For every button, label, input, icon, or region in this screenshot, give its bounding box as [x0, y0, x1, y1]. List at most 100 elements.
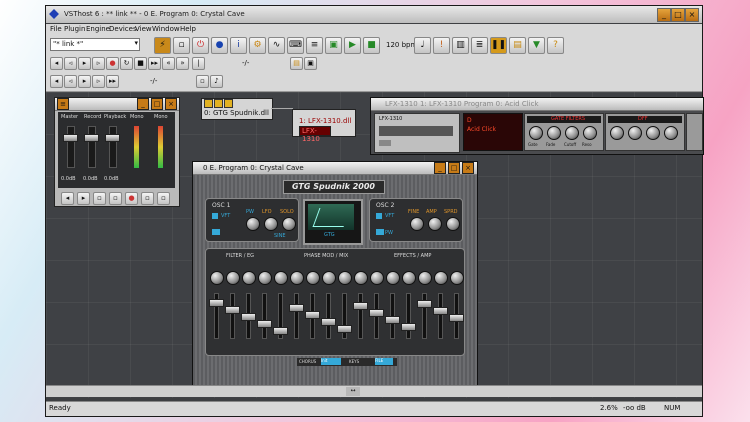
playback-fader-track[interactable]	[109, 126, 117, 168]
menu-view[interactable]: View	[135, 25, 152, 33]
stop-small-icon[interactable]: ■	[134, 57, 147, 70]
metronome-icon[interactable]: ♩	[414, 37, 431, 54]
playback-fader-handle[interactable]	[105, 134, 120, 142]
gtg-node-port-1[interactable]	[204, 99, 213, 108]
record-fader-handle[interactable]	[84, 134, 99, 142]
osc1-led[interactable]	[212, 213, 218, 219]
doc-icon[interactable]: ▫	[173, 37, 190, 54]
bolt-icon[interactable]: ⚡	[154, 37, 171, 54]
bpm-display[interactable]: 120 bpm	[386, 41, 417, 49]
master-fader-handle[interactable]	[63, 134, 78, 142]
piano-icon[interactable]: ▥	[452, 37, 469, 54]
mixer-btn-6[interactable]: ▫	[141, 192, 154, 205]
marker-icon[interactable]: |	[192, 57, 205, 70]
gtg-fader-track-8[interactable]	[326, 293, 331, 339]
lfx-dff-knob-1[interactable]	[610, 126, 624, 140]
mixer-max-icon[interactable]: □	[151, 98, 163, 110]
mixer-title-bar[interactable]: ≡ _ □ ×	[55, 98, 179, 111]
info-icon[interactable]: i	[230, 37, 247, 54]
next-icon[interactable]: »	[176, 57, 189, 70]
osc1-led-2[interactable]	[212, 229, 220, 235]
gtg-knob-6[interactable]	[290, 271, 304, 285]
gtg-knob-4[interactable]	[258, 271, 272, 285]
save-icon[interactable]: ▼	[528, 37, 545, 54]
play-small-icon[interactable]: ▸	[78, 57, 91, 70]
osc2-led[interactable]	[376, 213, 382, 219]
prev-icon[interactable]: «	[162, 57, 175, 70]
osc1-lfo-knob[interactable]	[264, 217, 278, 231]
fwd-icon-2[interactable]: ▹	[92, 75, 105, 88]
lfx-node[interactable]: 1: LFX-1310.dll LFX-1310	[292, 109, 356, 143]
gtg-fader-handle-12[interactable]	[385, 316, 400, 324]
gtg-node-port-2[interactable]	[214, 99, 223, 108]
gtg-fader-handle-3[interactable]	[241, 313, 256, 321]
gtg-fader-track-13[interactable]	[406, 293, 411, 339]
gtg-knob-3[interactable]	[242, 271, 256, 285]
help-icon[interactable]: ?	[547, 37, 564, 54]
gtg-knob-13[interactable]	[402, 271, 416, 285]
lfx-reso-knob[interactable]	[583, 126, 597, 140]
mixer-menu-icon[interactable]: ≡	[57, 98, 69, 110]
gtg-fader-handle-1[interactable]	[209, 299, 224, 307]
gtg-bottom-init[interactable]: Init	[321, 358, 341, 365]
keys-icon[interactable]: ⌨	[287, 37, 304, 54]
gtg-max-icon[interactable]: □	[448, 162, 460, 174]
mixer-btn-5[interactable]: ●	[125, 192, 138, 205]
gtg-fader-handle-7[interactable]	[305, 311, 320, 319]
gtg-knob-14[interactable]	[418, 271, 432, 285]
lfx-dff-knob-2[interactable]	[628, 126, 642, 140]
gtg-knob-5[interactable]	[274, 271, 288, 285]
preset-dropdown[interactable]: "* link *" ▾	[50, 38, 140, 51]
play-icon[interactable]: ▶	[344, 37, 361, 54]
end-icon[interactable]: ▸▸	[148, 57, 161, 70]
loop-icon[interactable]: ↻	[120, 57, 133, 70]
record-icon[interactable]: ▣	[325, 37, 342, 54]
mixer-btn-2[interactable]: ▸	[77, 192, 90, 205]
gtg-knob-10[interactable]	[354, 271, 368, 285]
gtg-node-port-3[interactable]	[224, 99, 233, 108]
gtg-close-icon[interactable]: ×	[462, 162, 474, 174]
record-fader-track[interactable]	[88, 126, 96, 168]
mixer-icon[interactable]: ≣	[471, 37, 488, 54]
menu-file[interactable]: File	[50, 25, 62, 33]
osc2-led-2[interactable]	[376, 229, 384, 235]
osc1-solo-knob[interactable]	[282, 217, 296, 231]
rewind-icon[interactable]: ◂	[50, 57, 63, 70]
lfx-fade-knob[interactable]	[547, 126, 561, 140]
back-icon[interactable]: ◃	[64, 57, 77, 70]
globe-icon[interactable]: ●	[211, 37, 228, 54]
stop-icon[interactable]: ■	[363, 37, 380, 54]
end-icon-2[interactable]: ▸▸	[106, 75, 119, 88]
clip-icon[interactable]: ▫	[196, 75, 209, 88]
menu-engine[interactable]: Engine	[86, 25, 110, 33]
gtg-fader-handle-4[interactable]	[257, 320, 272, 328]
record-small-icon[interactable]: ●	[106, 57, 119, 70]
lfx-dff-knob-3[interactable]	[646, 126, 660, 140]
gtg-fader-track-10[interactable]	[358, 293, 363, 339]
power-icon[interactable]: ⏻	[192, 37, 209, 54]
list-icon[interactable]: ≡	[306, 37, 323, 54]
menu-help[interactable]: Help	[180, 25, 196, 33]
osc2-amp-knob[interactable]	[428, 217, 442, 231]
save-small-icon[interactable]: ▣	[304, 57, 317, 70]
open-icon[interactable]: ▤	[290, 57, 303, 70]
gtg-fader-handle-9[interactable]	[337, 325, 352, 333]
maximize-icon[interactable]: □	[671, 8, 685, 22]
mixer-btn-7[interactable]: ▫	[157, 192, 170, 205]
gtg-knob-8[interactable]	[322, 271, 336, 285]
title-bar[interactable]: VSThost 6 : ** link ** - 0 E. Program 0:…	[46, 6, 702, 23]
osc2-fine-knob[interactable]	[410, 217, 424, 231]
lfx-dff-knob-4[interactable]	[664, 126, 678, 140]
menu-window[interactable]: Window	[152, 25, 180, 33]
gtg-fader-handle-2[interactable]	[225, 306, 240, 314]
gtg-fader-handle-8[interactable]	[321, 318, 336, 326]
gtg-fader-handle-6[interactable]	[289, 304, 304, 312]
gtg-knob-9[interactable]	[338, 271, 352, 285]
settings-icon[interactable]: ⚙	[249, 37, 266, 54]
gtg-knob-7[interactable]	[306, 271, 320, 285]
h-scrollbar[interactable]: ↔	[46, 385, 702, 397]
rew-icon-2[interactable]: ◂	[50, 75, 63, 88]
wave-icon[interactable]: ∿	[268, 37, 285, 54]
gtg-title-bar[interactable]: 0 E. Program 0: Crystal Cave _ □ ×	[193, 162, 477, 175]
mixer-btn-3[interactable]: ▫	[93, 192, 106, 205]
